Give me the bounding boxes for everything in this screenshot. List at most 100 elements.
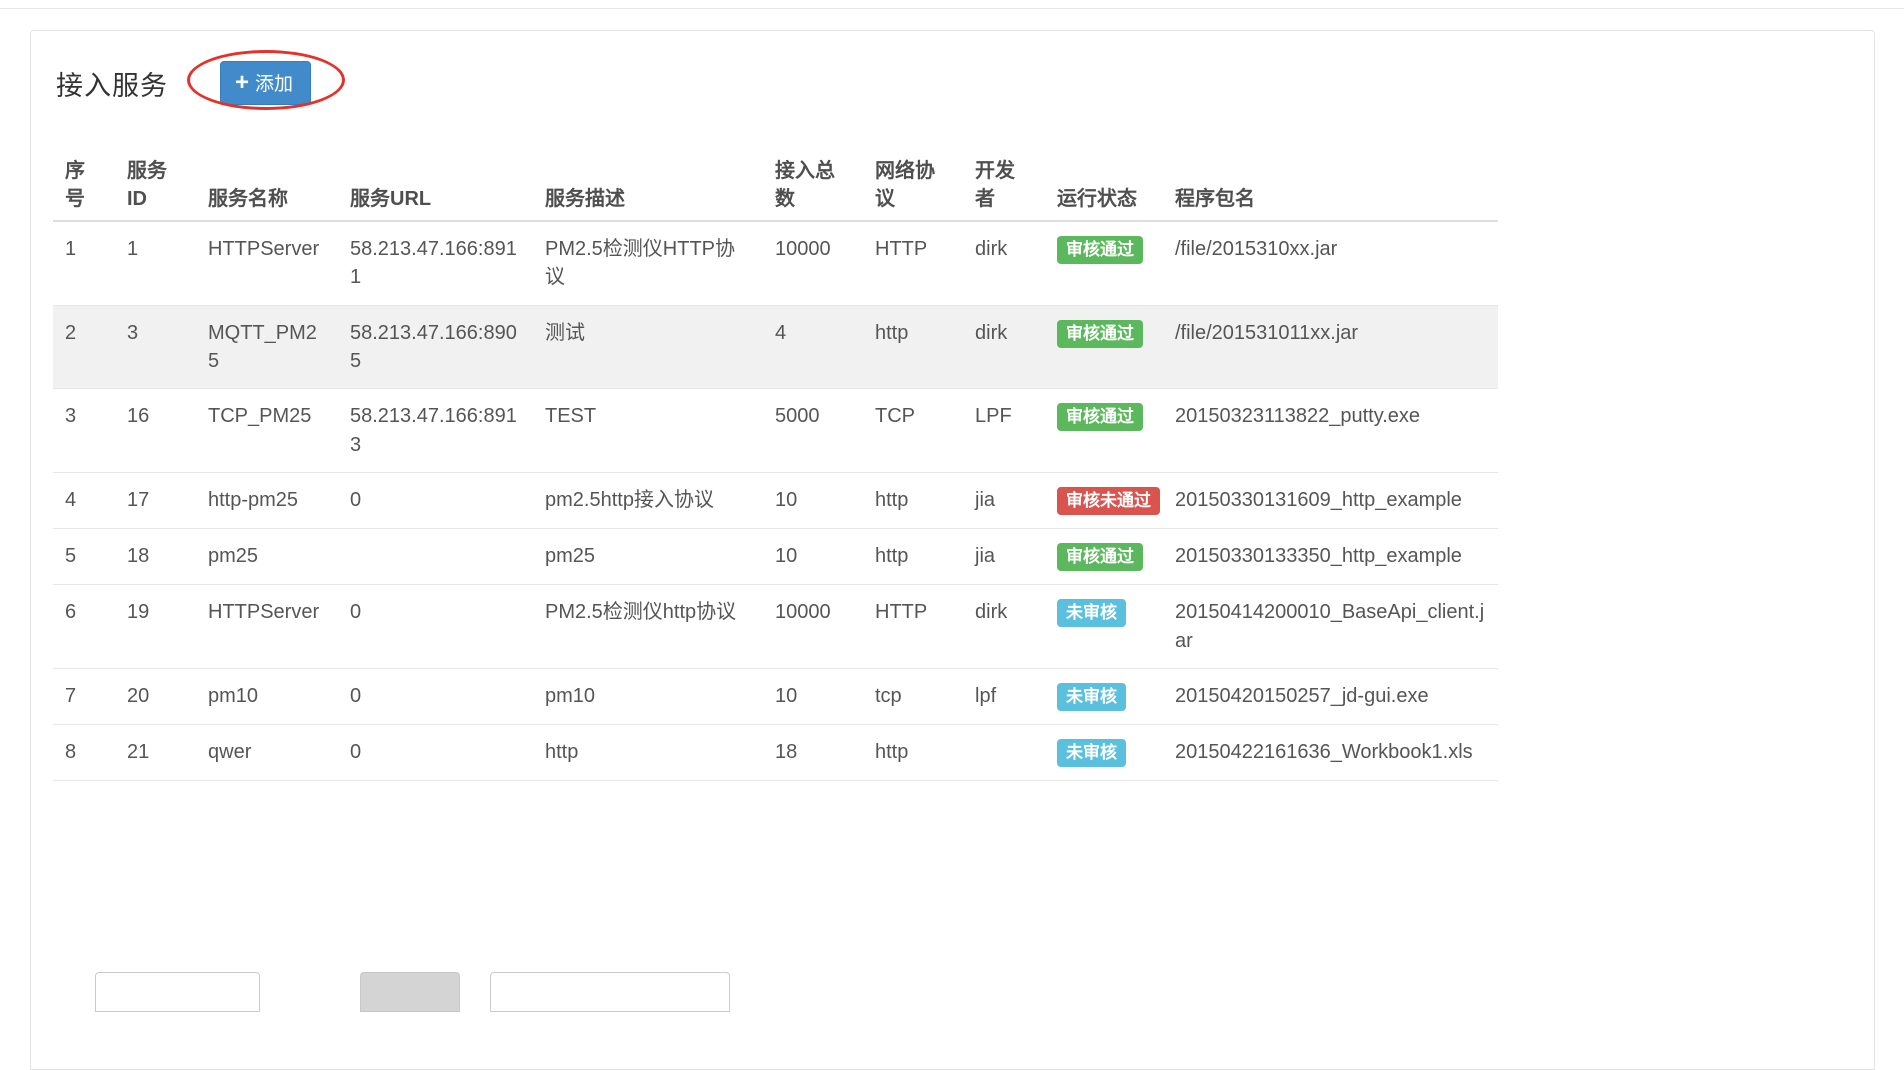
cell-no: 1 <box>53 221 115 305</box>
table-row: 619HTTPServer0PM2.5检测仪http协议10000HTTPdir… <box>53 585 1498 669</box>
cell-total: 10 <box>763 668 863 724</box>
cell-name: MQTT_PM25 <box>196 305 338 389</box>
col-header: 网络协议 <box>863 151 963 221</box>
cell-desc: pm25 <box>533 529 763 585</box>
status-badge: 未审核 <box>1057 739 1126 767</box>
cell-desc: pm10 <box>533 668 763 724</box>
cell-protocol: http <box>863 529 963 585</box>
add-button[interactable]: + 添加 <box>220 61 311 105</box>
cell-package: 20150323113822_putty.exe <box>1163 389 1498 473</box>
pagination-current-page[interactable] <box>360 972 460 1012</box>
status-badge: 审核未通过 <box>1057 487 1160 515</box>
cell-url: 0 <box>338 585 533 669</box>
cell-desc: 测试 <box>533 305 763 389</box>
cell-no: 6 <box>53 585 115 669</box>
cell-package: /file/201531011xx.jar <box>1163 305 1498 389</box>
cell-developer: dirk <box>963 221 1045 305</box>
table-body: 11HTTPServer58.213.47.166:8911PM2.5检测仪HT… <box>53 221 1498 781</box>
cell-status: 审核通过 <box>1045 221 1163 305</box>
cell-url: 0 <box>338 724 533 780</box>
cell-package: 20150414200010_BaseApi_client.jar <box>1163 585 1498 669</box>
pagination-next-button[interactable] <box>490 972 730 1012</box>
cell-developer: lpf <box>963 668 1045 724</box>
status-badge: 审核通过 <box>1057 320 1143 348</box>
cell-total: 4 <box>763 305 863 389</box>
cell-id: 3 <box>115 305 196 389</box>
service-table: 序号服务ID服务名称服务URL服务描述接入总数网络协议开发者运行状态程序包名 1… <box>53 151 1498 781</box>
col-header: 服务名称 <box>196 151 338 221</box>
cell-url: 58.213.47.166:8905 <box>338 305 533 389</box>
cell-desc: PM2.5检测仪http协议 <box>533 585 763 669</box>
add-button-label: 添加 <box>255 69 293 96</box>
cell-package: 20150330131609_http_example <box>1163 473 1498 529</box>
cell-package: 20150422161636_Workbook1.xls <box>1163 724 1498 780</box>
cell-id: 17 <box>115 473 196 529</box>
cell-status: 未审核 <box>1045 724 1163 780</box>
cell-package: 20150420150257_jd-gui.exe <box>1163 668 1498 724</box>
cell-protocol: http <box>863 473 963 529</box>
col-header: 接入总数 <box>763 151 863 221</box>
cell-status: 未审核 <box>1045 585 1163 669</box>
cell-status: 审核未通过 <box>1045 473 1163 529</box>
table-row: 821qwer0http18http未审核20150422161636_Work… <box>53 724 1498 780</box>
cell-url: 0 <box>338 668 533 724</box>
cell-url: 58.213.47.166:8913 <box>338 389 533 473</box>
cell-no: 8 <box>53 724 115 780</box>
panel-header: 接入服务 + 添加 <box>56 59 1854 107</box>
table-row: 11HTTPServer58.213.47.166:8911PM2.5检测仪HT… <box>53 221 1498 305</box>
cell-total: 10 <box>763 529 863 585</box>
cell-id: 18 <box>115 529 196 585</box>
status-badge: 未审核 <box>1057 599 1126 627</box>
cell-url: 58.213.47.166:8911 <box>338 221 533 305</box>
cell-total: 18 <box>763 724 863 780</box>
cell-no: 7 <box>53 668 115 724</box>
cell-name: HTTPServer <box>196 585 338 669</box>
cell-total: 10 <box>763 473 863 529</box>
service-table-wrap: 序号服务ID服务名称服务URL服务描述接入总数网络协议开发者运行状态程序包名 1… <box>53 151 1854 781</box>
cell-name: pm10 <box>196 668 338 724</box>
col-header: 程序包名 <box>1163 151 1498 221</box>
cell-status: 审核通过 <box>1045 529 1163 585</box>
cell-name: http-pm25 <box>196 473 338 529</box>
cell-url <box>338 529 533 585</box>
cell-status: 审核通过 <box>1045 305 1163 389</box>
table-row: 316TCP_PM2558.213.47.166:8913TEST5000TCP… <box>53 389 1498 473</box>
cell-name: TCP_PM25 <box>196 389 338 473</box>
status-badge: 审核通过 <box>1057 543 1143 571</box>
table-row: 417http-pm250pm2.5http接入协议10httpjia审核未通过… <box>53 473 1498 529</box>
cell-total: 10000 <box>763 585 863 669</box>
cell-id: 19 <box>115 585 196 669</box>
cell-protocol: http <box>863 724 963 780</box>
cell-developer: jia <box>963 473 1045 529</box>
table-row: 23MQTT_PM2558.213.47.166:8905测试4httpdirk… <box>53 305 1498 389</box>
cell-developer <box>963 724 1045 780</box>
col-header: 服务描述 <box>533 151 763 221</box>
cell-desc: http <box>533 724 763 780</box>
top-divider <box>0 8 1904 9</box>
cell-status: 审核通过 <box>1045 389 1163 473</box>
table-header-row: 序号服务ID服务名称服务URL服务描述接入总数网络协议开发者运行状态程序包名 <box>53 151 1498 221</box>
cell-desc: TEST <box>533 389 763 473</box>
cell-no: 3 <box>53 389 115 473</box>
col-header: 运行状态 <box>1045 151 1163 221</box>
table-row: 518pm25pm2510httpjia审核通过20150330133350_h… <box>53 529 1498 585</box>
cell-total: 10000 <box>763 221 863 305</box>
pagination-prev-button[interactable] <box>95 972 260 1012</box>
status-badge: 未审核 <box>1057 683 1126 711</box>
cell-package: /file/2015310xx.jar <box>1163 221 1498 305</box>
table-row: 720pm100pm1010tcplpf未审核20150420150257_jd… <box>53 668 1498 724</box>
cell-protocol: http <box>863 305 963 389</box>
cell-desc: PM2.5检测仪HTTP协议 <box>533 221 763 305</box>
cell-protocol: HTTP <box>863 221 963 305</box>
cell-developer: jia <box>963 529 1045 585</box>
cell-id: 21 <box>115 724 196 780</box>
cell-id: 16 <box>115 389 196 473</box>
page-title: 接入服务 <box>56 64 168 103</box>
cell-no: 2 <box>53 305 115 389</box>
cell-id: 20 <box>115 668 196 724</box>
status-badge: 审核通过 <box>1057 236 1143 264</box>
cell-name: qwer <box>196 724 338 780</box>
cell-status: 未审核 <box>1045 668 1163 724</box>
col-header: 服务URL <box>338 151 533 221</box>
col-header: 序号 <box>53 151 115 221</box>
